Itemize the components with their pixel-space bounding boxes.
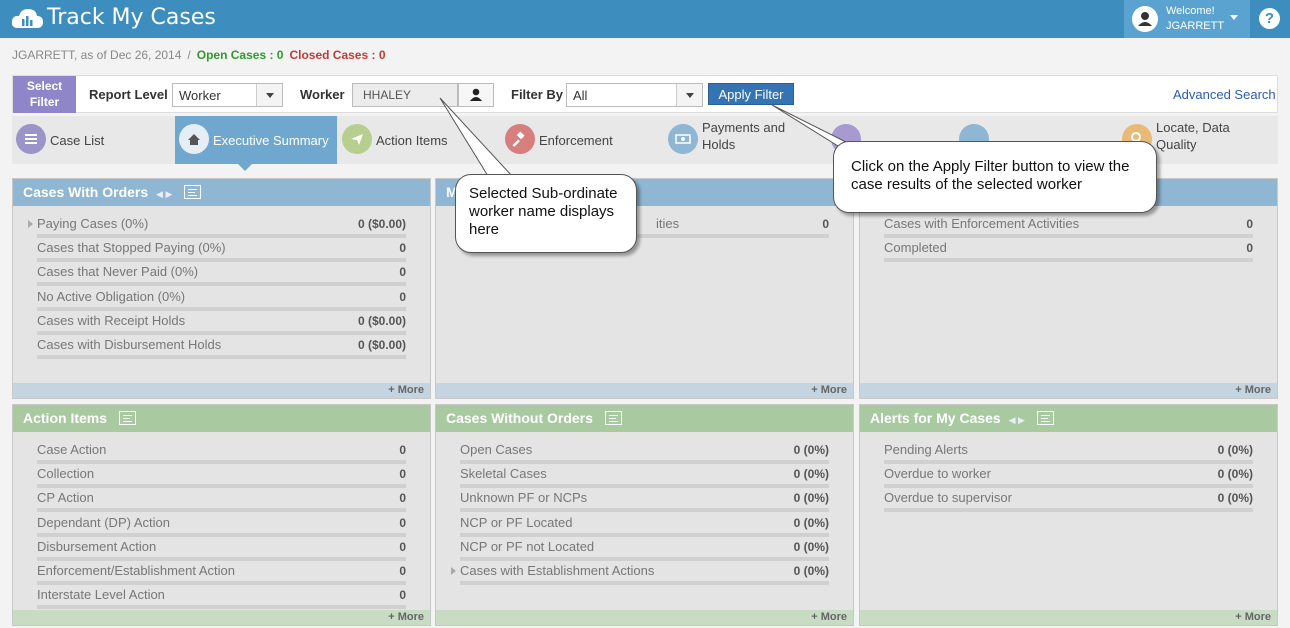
callout-worker-note: Selected Sub-ordinate worker name displa… bbox=[455, 174, 637, 253]
callout-pointers bbox=[439, 97, 863, 177]
callout-apply-note: Click on the Apply Filter button to view… bbox=[833, 141, 1157, 213]
